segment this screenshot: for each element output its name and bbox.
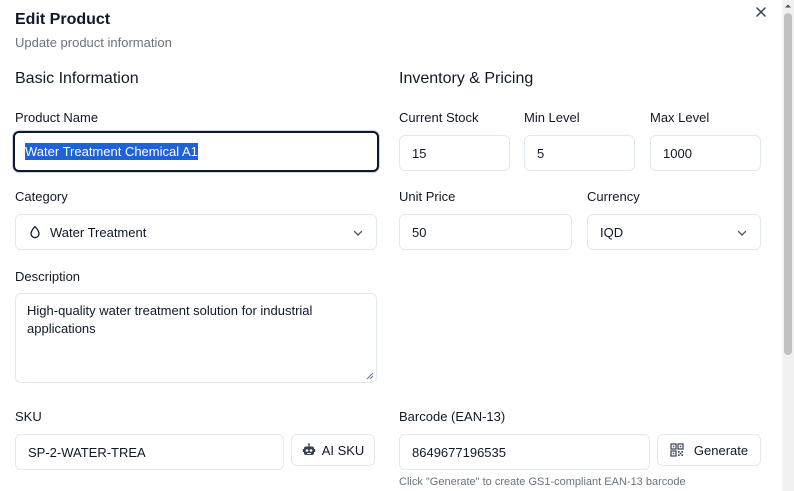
basic-information-heading: Basic Information — [15, 70, 139, 87]
current-stock-value: 15 — [412, 145, 427, 161]
description-textarea[interactable]: High-quality water treatment solution fo… — [15, 293, 377, 383]
unit-price-value: 50 — [412, 224, 427, 240]
generate-button-label: Generate — [693, 442, 749, 458]
unit-price-label: Unit Price — [399, 189, 456, 204]
droplet-icon — [28, 225, 42, 239]
chevron-down-icon — [736, 227, 748, 239]
qr-code-icon — [670, 443, 684, 457]
current-stock-label: Current Stock — [399, 110, 479, 125]
inventory-pricing-heading: Inventory & Pricing — [399, 70, 534, 87]
current-stock-input[interactable]: 15 — [399, 135, 510, 171]
scrollbar-thumb[interactable] — [784, 13, 792, 355]
sku-input[interactable]: SP-2-WATER-TREA — [15, 434, 284, 470]
min-level-value: 5 — [537, 145, 545, 161]
dialog-subtitle: Update product information — [15, 35, 172, 50]
barcode-hint: Click "Generate" to create GS1-compliant… — [399, 476, 686, 488]
currency-label: Currency — [587, 189, 640, 204]
ai-sku-button[interactable]: AI SKU — [291, 434, 375, 466]
product-name-input[interactable]: Water Treatment Chemical A1 — [13, 131, 379, 172]
scroll-up-arrow-icon[interactable] — [782, 0, 794, 12]
generate-barcode-button[interactable]: Generate — [657, 434, 761, 466]
max-level-label: Max Level — [650, 110, 710, 125]
product-name-value: Water Treatment Chemical A1 — [25, 143, 198, 160]
max-level-value: 1000 — [663, 145, 692, 161]
category-value: Water Treatment — [50, 224, 147, 240]
product-name-label: Product Name — [15, 110, 99, 125]
currency-select[interactable]: IQD — [587, 214, 761, 250]
chevron-down-icon — [352, 227, 364, 239]
scrollbar[interactable] — [782, 0, 794, 491]
category-select[interactable]: Water Treatment — [15, 214, 377, 250]
dialog-title: Edit Product — [15, 11, 111, 28]
sku-label: SKU — [15, 409, 42, 424]
close-icon[interactable] — [753, 4, 769, 20]
barcode-value: 8649677196535 — [412, 444, 506, 460]
description-value: High-quality water treatment solution fo… — [27, 303, 313, 336]
description-label: Description — [15, 269, 81, 284]
edit-product-dialog: Edit Product Update product information … — [0, 0, 782, 491]
category-label: Category — [15, 189, 68, 204]
ai-sku-label: AI SKU — [321, 442, 365, 458]
min-level-input[interactable]: 5 — [524, 135, 635, 171]
unit-price-input[interactable]: 50 — [399, 214, 572, 250]
max-level-input[interactable]: 1000 — [650, 135, 761, 171]
currency-value: IQD — [600, 224, 624, 240]
robot-icon — [302, 443, 316, 457]
min-level-label: Min Level — [524, 110, 580, 125]
sku-value: SP-2-WATER-TREA — [28, 444, 146, 460]
barcode-input[interactable]: 8649677196535 — [399, 434, 650, 470]
barcode-label: Barcode (EAN-13) — [399, 409, 506, 424]
resize-handle-icon[interactable] — [366, 372, 374, 380]
